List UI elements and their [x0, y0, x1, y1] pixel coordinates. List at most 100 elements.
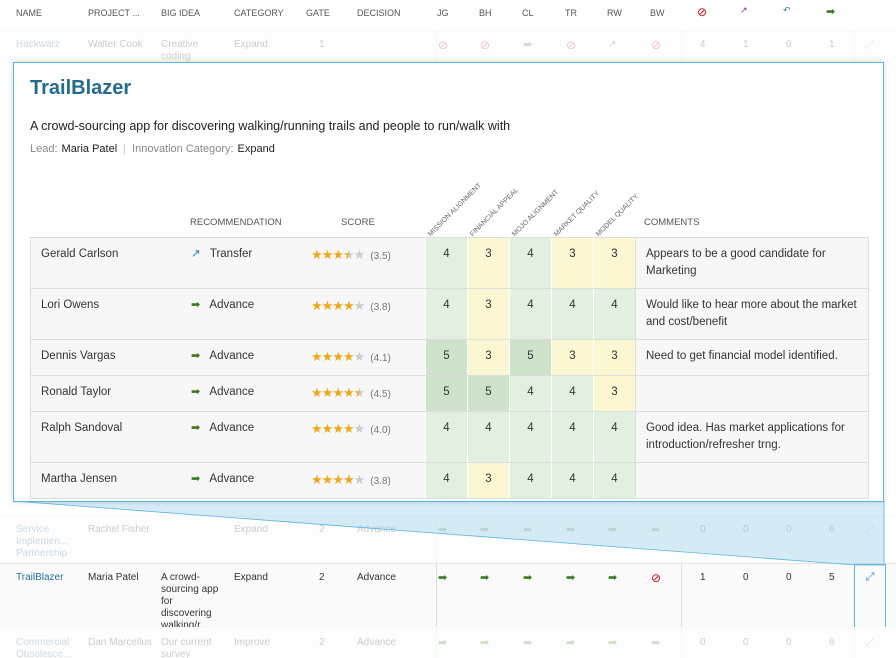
review-row: Dennis Vargas ➡ Advance ★★★★★ (4.1) 53533… [31, 339, 868, 375]
star-rating: ★★★★★ [311, 298, 366, 313]
criteria-header: MOJO ALIGNMENT [511, 188, 561, 238]
criteria-score: 4 [425, 412, 467, 462]
star-full-icon: ★ [311, 298, 323, 313]
criteria-score: 3 [551, 340, 593, 375]
star-full-icon: ★ [321, 298, 334, 313]
reviewer-name: Gerald Carlson [41, 248, 119, 260]
star-full-icon: ★ [332, 421, 344, 436]
recommendation-label: Advance [209, 350, 255, 362]
star-full-icon: ★ [321, 472, 334, 487]
review-row: Gerald Carlson ↗ Transfer ★★★★★ (3.5) 434… [31, 238, 868, 288]
score: ★★★★★ (3.8) [301, 463, 425, 498]
criteria-score: 4 [509, 289, 551, 339]
recommendation-label: Advance [209, 299, 255, 311]
score: ★★★★★ (4.0) [301, 412, 425, 462]
criteria-score: 4 [509, 463, 551, 498]
criteria-score: 4 [551, 412, 593, 462]
criteria-score: 4 [593, 412, 635, 462]
review-row: Lori Owens ➡ Advance ★★★★★ (3.8) 4 3 4 4 4 Wou… [31, 288, 868, 339]
star-rating: ★★★★★ [311, 349, 366, 364]
recommendation: ➡ Advance [181, 340, 301, 375]
star-full-icon: ★ [342, 385, 355, 400]
review-row: Ralph Sandoval ➡ Advance ★★★★★ (4.0) 4444… [31, 411, 868, 462]
star-full-icon: ★ [321, 349, 334, 364]
score: ★★★★★ (3.5) [301, 238, 425, 288]
recommendation-label: Advance [209, 422, 255, 434]
star-empty-icon: ★ [353, 298, 366, 313]
star-full-icon: ★ [332, 247, 344, 262]
advance-icon: ➡ [191, 386, 201, 398]
star-rating: ★★★★★ [311, 472, 366, 487]
star-full-icon: ★ [342, 298, 355, 313]
score: ★★★★★ (4.1) [301, 340, 425, 375]
star-full-icon: ★ [332, 349, 344, 364]
recommendation: ↗ Transfer [181, 238, 301, 288]
transfer-icon: ↗ [191, 248, 201, 260]
star-half-icon: ★ [353, 385, 366, 400]
advance-icon: ➡ [191, 299, 201, 311]
score: ★★★★★ (3.8) [301, 289, 425, 339]
star-rating: ★★★★★ [311, 421, 366, 436]
reviewer-name: Lori Owens [41, 299, 100, 311]
lead-label: Lead: [30, 143, 58, 155]
score-header: SCORE [341, 217, 375, 228]
star-full-icon: ★ [332, 298, 344, 313]
criteria-score: 4 [425, 289, 467, 339]
star-full-icon: ★ [311, 349, 323, 364]
score-value: (3.8) [370, 476, 391, 487]
comment: Would like to hear more about the market… [635, 289, 868, 339]
reviewer-name: Martha Jensen [41, 473, 118, 485]
star-full-icon: ★ [332, 385, 344, 400]
recommendation-label: Advance [209, 473, 255, 485]
project-title: TrailBlazer [30, 77, 132, 99]
star-rating: ★★★★★ [311, 385, 366, 400]
reviewer-name: Ronald Taylor [41, 386, 112, 398]
criteria-score: 3 [593, 238, 635, 288]
category-value: Expand [237, 143, 275, 155]
criteria-score: 3 [551, 238, 593, 288]
score-value: (3.8) [370, 302, 391, 313]
category-label: Innovation Category: [132, 143, 234, 155]
criteria-score: 5 [425, 376, 467, 411]
star-empty-icon: ★ [353, 349, 366, 364]
score: ★★★★★ (4.5) [301, 376, 425, 411]
criteria-score: 4 [551, 376, 593, 411]
review-row: Ronald Taylor ➡ Advance ★★★★★ (4.5) 55443 [31, 375, 868, 411]
comment: Appears to be a good candidate for Marke… [635, 238, 868, 288]
recommendation: ➡ Advance [181, 289, 301, 339]
star-full-icon: ★ [311, 421, 323, 436]
criteria-score: 3 [593, 376, 635, 411]
reviewer-name: Dennis Vargas [41, 350, 116, 362]
criteria-score: 3 [467, 340, 509, 375]
star-full-icon: ★ [342, 349, 355, 364]
criteria-header: MARKET QUALITY [553, 189, 602, 238]
comments-header: COMMENTS [644, 217, 700, 228]
criteria-score: 3 [467, 289, 509, 339]
criteria-score: 4 [425, 238, 467, 288]
recommendation: ➡ Advance [181, 412, 301, 462]
project-detail-popup: TrailBlazer A crowd-sourcing app for dis… [13, 62, 884, 502]
lead-value: Maria Patel [61, 143, 118, 155]
recommendation-label: Transfer [209, 248, 253, 260]
star-empty-icon: ★ [353, 472, 366, 487]
recommendation: ➡ Advance [181, 463, 301, 498]
review-table: Gerald Carlson ↗ Transfer ★★★★★ (3.5) 434… [30, 237, 869, 499]
criteria-score: 4 [509, 376, 551, 411]
star-empty-icon: ★ [353, 421, 366, 436]
criteria-score: 4 [593, 463, 635, 498]
star-full-icon: ★ [311, 472, 323, 487]
criteria-score: 5 [425, 340, 467, 375]
criteria-score: 5 [509, 340, 551, 375]
project-description: A crowd-sourcing app for discovering wal… [30, 119, 511, 133]
criteria-score: 4 [425, 463, 467, 498]
criteria-score: 4 [551, 463, 593, 498]
recommendation-header: RECOMMENDATION [190, 217, 282, 228]
comment [635, 376, 868, 411]
star-rating: ★★★★★ [311, 247, 365, 262]
star-full-icon: ★ [321, 385, 334, 400]
star-full-icon: ★ [311, 385, 323, 400]
criteria-score: 4 [551, 289, 593, 339]
score-value: (3.5) [370, 251, 391, 262]
recommendation-label: Advance [209, 386, 255, 398]
project-meta: Lead: Maria Patel | Innovation Category: Exp… [30, 143, 275, 155]
